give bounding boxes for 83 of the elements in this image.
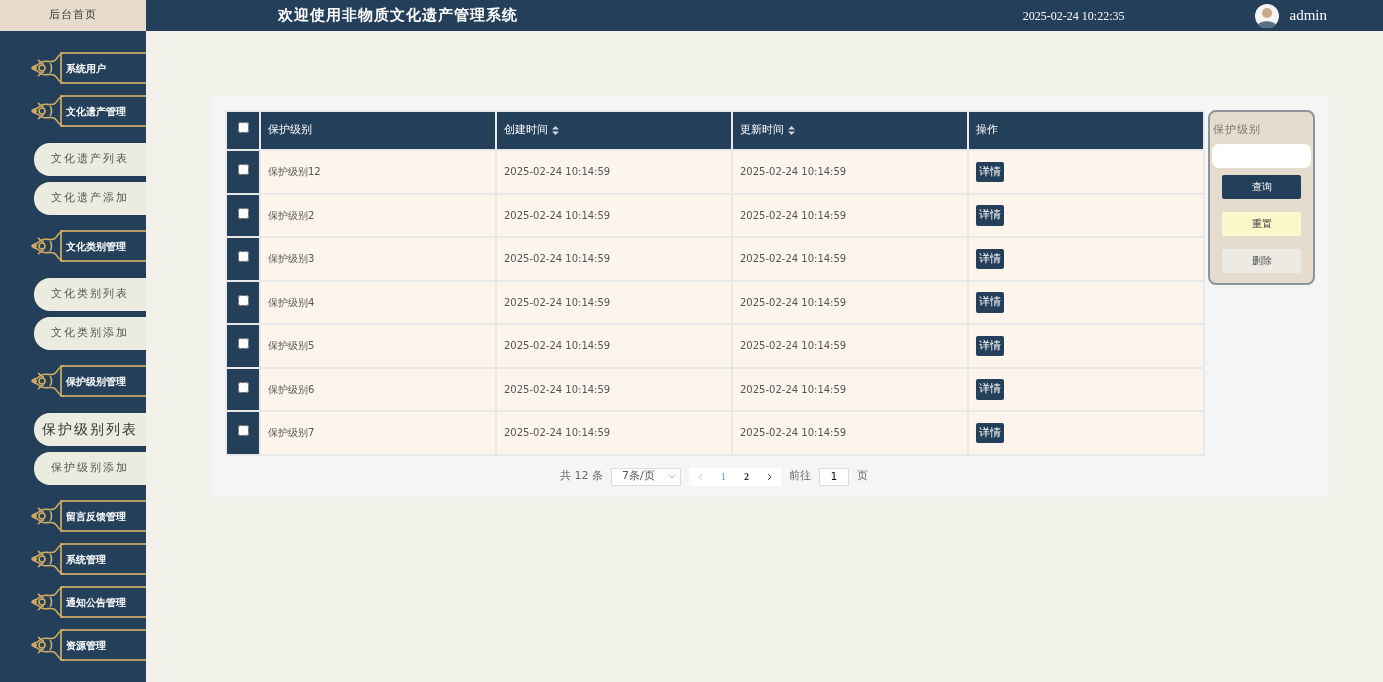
row-checkbox[interactable] — [237, 164, 249, 176]
caret-icon — [668, 474, 676, 479]
submenu-item[interactable]: 文化遗产添加 — [34, 182, 146, 215]
table-cell: 2025-02-24 10:14:59 — [496, 150, 732, 194]
ornament-icon — [30, 585, 66, 619]
select-all-checkbox[interactable] — [237, 122, 249, 134]
ornament-icon — [30, 542, 66, 576]
ornament-icon — [30, 94, 66, 128]
ornament-icon — [30, 51, 66, 85]
row-checkbox[interactable] — [237, 425, 249, 437]
system-title: 欢迎使用非物质文化遗产管理系统 — [278, 5, 518, 27]
table-cell: 2025-02-24 10:14:59 — [732, 237, 968, 281]
menu-item[interactable]: 系统用户 — [30, 51, 146, 85]
submenu-item[interactable]: 文化类别列表 — [34, 278, 146, 311]
table-cell: 2025-02-24 10:14:59 — [496, 411, 732, 455]
menu-item[interactable]: 资源管理 — [30, 628, 146, 662]
menu-item[interactable]: 文化遗产管理 — [30, 94, 146, 128]
column-header[interactable]: 保护级别 — [268, 123, 312, 137]
column-header[interactable]: 创建时间 — [504, 123, 548, 137]
row-checkbox[interactable] — [237, 251, 249, 263]
detail-button[interactable]: 详情 — [976, 248, 1004, 269]
submenu-item[interactable]: 保护级别添加 — [34, 452, 146, 485]
detail-button[interactable]: 详情 — [976, 379, 1004, 400]
row-checkbox[interactable] — [237, 207, 249, 219]
detail-button[interactable]: 详情 — [976, 161, 1004, 182]
table-cell: 2025-02-24 10:14:59 — [732, 324, 968, 368]
table-cell: 保护级别3 — [260, 237, 496, 281]
page-size-select[interactable]: 7条/页 — [611, 467, 681, 486]
datetime-text: 2025-02-24 10:22:35 — [1022, 7, 1125, 25]
sort-icon — [552, 125, 559, 135]
table-cell: 保护级别5 — [260, 324, 496, 368]
page-suffix: 页 — [857, 468, 868, 485]
menu-item[interactable]: 保护级别管理 — [30, 364, 146, 398]
delete-button[interactable]: 删除 — [1222, 248, 1301, 273]
search-field[interactable] — [1212, 143, 1311, 168]
table-cell: 2025-02-24 10:14:59 — [732, 193, 968, 237]
detail-button[interactable]: 详情 — [976, 292, 1004, 313]
row-checkbox[interactable] — [237, 381, 249, 393]
chevron-left-icon — [698, 472, 703, 481]
ornament-icon — [30, 364, 66, 398]
ornament-icon — [30, 229, 66, 263]
table-cell: 2025-02-24 10:14:59 — [496, 193, 732, 237]
avatar — [1254, 3, 1279, 28]
table-cell: 2025-02-24 10:14:59 — [732, 367, 968, 411]
table-cell: 保护级别7 — [260, 411, 496, 455]
table-cell: 2025-02-24 10:14:59 — [732, 150, 968, 194]
detail-button[interactable]: 详情 — [976, 335, 1004, 356]
detail-button[interactable]: 详情 — [976, 422, 1004, 443]
menu-item[interactable]: 通知公告管理 — [30, 585, 146, 619]
ornament-icon — [30, 628, 66, 662]
menu-item[interactable]: 系统管理 — [30, 542, 146, 576]
menu-item[interactable]: 留言反馈管理 — [30, 499, 146, 533]
page-number[interactable]: 2 — [735, 467, 758, 486]
reset-button[interactable]: 重置 — [1222, 211, 1301, 236]
table-cell: 保护级别6 — [260, 367, 496, 411]
table-cell: 2025-02-24 10:14:59 — [732, 280, 968, 324]
table-cell: 保护级别12 — [260, 150, 496, 194]
column-header[interactable]: 操作 — [976, 123, 998, 137]
table-cell: 保护级别4 — [260, 280, 496, 324]
row-checkbox[interactable] — [237, 338, 249, 350]
goto-label: 前往 — [789, 468, 811, 485]
table-cell: 保护级别2 — [260, 193, 496, 237]
ornament-icon — [30, 499, 66, 533]
row-checkbox[interactable] — [237, 294, 249, 306]
detail-button[interactable]: 详情 — [976, 205, 1004, 226]
chevron-right-icon — [767, 472, 772, 481]
submenu-item[interactable]: 文化遗产列表 — [34, 143, 146, 176]
sort-icon — [788, 125, 795, 135]
table-cell: 2025-02-24 10:14:59 — [496, 237, 732, 281]
column-header[interactable]: 更新时间 — [740, 123, 784, 137]
home-link[interactable]: 后台首页 — [0, 0, 146, 31]
user-name: admin — [1289, 6, 1327, 26]
page-input[interactable]: 1 — [819, 467, 849, 486]
table-cell: 2025-02-24 10:14:59 — [496, 324, 732, 368]
table-cell: 2025-02-24 10:14:59 — [496, 280, 732, 324]
total-count: 共 12 条 — [560, 468, 603, 485]
field-label: 保护级别 — [1213, 122, 1261, 138]
submenu-item[interactable]: 保护级别列表 — [34, 413, 146, 446]
submenu-item[interactable]: 文化类别添加 — [34, 317, 146, 350]
menu-item[interactable]: 文化类别管理 — [30, 229, 146, 263]
table-cell: 2025-02-24 10:14:59 — [496, 367, 732, 411]
search-button[interactable]: 查询 — [1222, 174, 1301, 199]
table-cell: 2025-02-24 10:14:59 — [732, 411, 968, 455]
